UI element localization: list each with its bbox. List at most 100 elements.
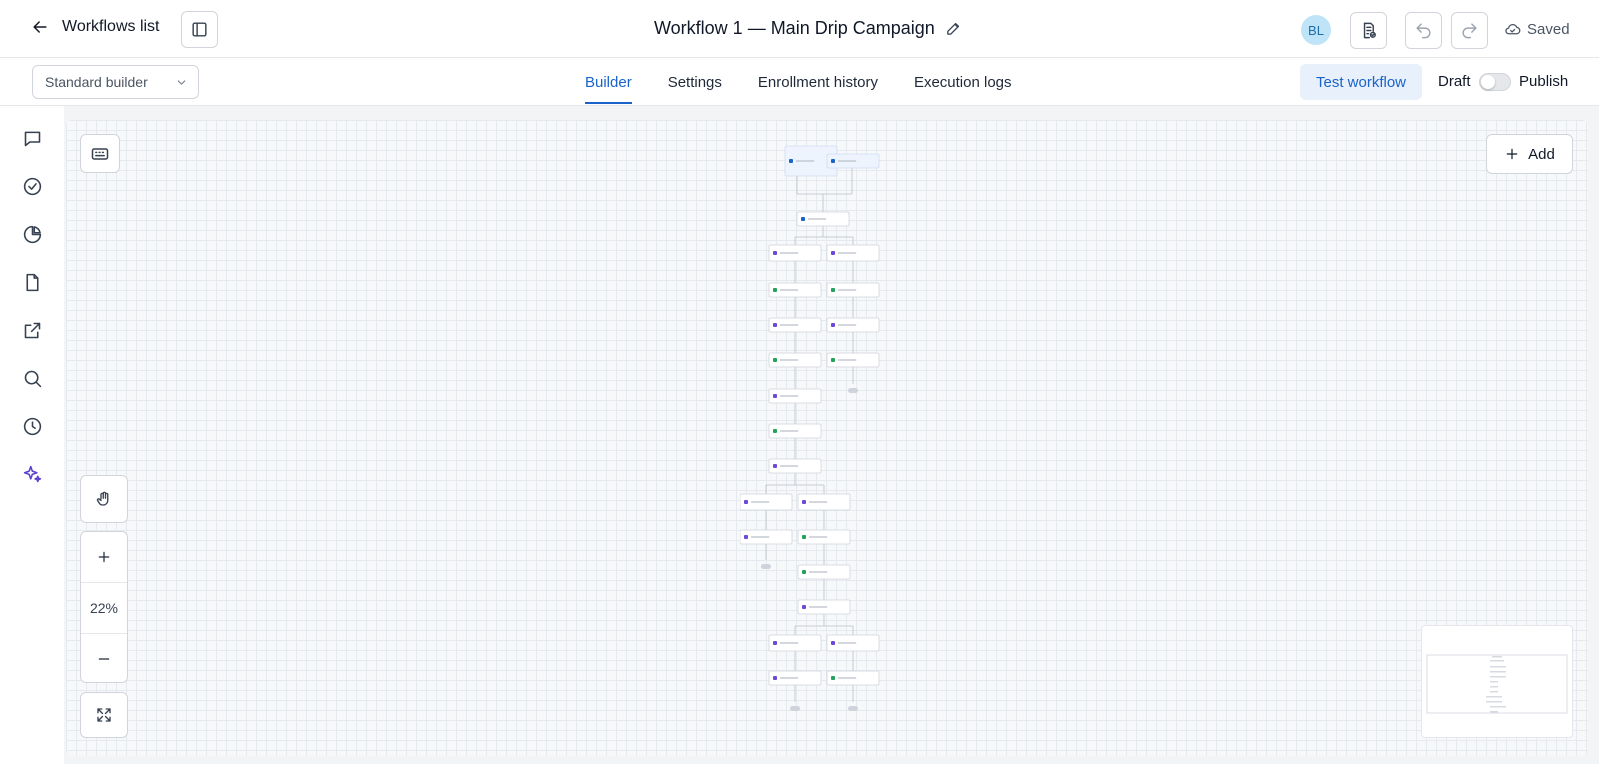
fit-view-button[interactable] [80,692,128,738]
flow-node-text [809,501,828,503]
hand-icon [96,491,109,506]
test-workflow-button[interactable]: Test workflow [1300,64,1422,100]
flow-node-icon [773,251,777,255]
redo-icon [1462,23,1477,39]
flow-node-text [780,677,799,679]
flow-node-icon [744,500,748,504]
tab-builder[interactable]: Builder [585,58,632,106]
tab-enrollment-history[interactable]: Enrollment history [758,58,878,106]
flow-node-text [808,218,827,220]
rail-item-chat[interactable] [20,126,44,150]
sparkles-icon [23,465,41,482]
workflow-checklist-button[interactable] [1350,12,1387,49]
flow-node-text [838,642,857,644]
undo-icon [1416,23,1431,39]
minus-icon [98,658,110,660]
flow-node-icon [831,323,835,327]
flow-end-marker [790,706,800,711]
workflow-title: Workflow 1 — Main Drip Campaign [654,18,962,39]
left-rail [0,106,64,764]
pencil-edit-icon[interactable] [945,20,962,37]
builder-mode-select[interactable]: Standard builder [32,65,199,99]
zoom-level: 22% [81,583,127,633]
user-avatar[interactable]: BL [1301,15,1331,45]
builder-toolbar: Standard builder Builder Settings Enroll… [0,58,1599,106]
pan-mode-button[interactable] [80,475,128,523]
flow-node-text [780,430,799,432]
flow-end-marker [848,388,858,393]
flow-end-marker [848,706,858,711]
flow-node-icon [831,676,835,680]
flow-node-text [780,289,799,291]
flow-node-text [838,252,857,254]
tab-settings[interactable]: Settings [668,58,722,106]
flow-node-icon [802,535,806,539]
flow-node-text [838,160,857,162]
rail-item-search[interactable] [20,366,44,390]
flow-node-text [838,289,857,291]
rail-item-reports[interactable] [20,222,44,246]
flow-node-text [780,465,799,467]
save-status: Saved [1504,21,1570,38]
pie-chart-icon [23,225,41,243]
canvas-minimap[interactable] [1421,625,1573,738]
toggle-sidebar-button[interactable] [181,11,218,48]
zoom-in-button[interactable] [81,532,127,582]
flow-node-text [751,501,770,503]
flow-node-text [809,606,828,608]
flow-end-marker [761,564,771,569]
rail-item-external[interactable] [20,318,44,342]
flow-node-icon [831,159,835,163]
flow-node-icon [773,641,777,645]
rail-item-documents[interactable] [20,270,44,294]
sidebar-panel-icon [192,22,207,37]
external-link-icon [24,322,40,338]
rail-item-ai[interactable] [20,462,44,486]
flow-node-icon [831,251,835,255]
plus-icon [98,551,110,563]
flow-node-text [809,571,828,573]
back-to-workflows-button[interactable]: Workflows list [30,17,160,37]
redo-button[interactable] [1451,12,1488,49]
builder-mode-value: Standard builder [45,74,148,90]
workflow-diagram[interactable] [740,140,930,730]
rail-item-tasks[interactable] [20,174,44,198]
flow-node-icon [802,570,806,574]
top-bar: Workflows list Workflow 1 — Main Drip Ca… [0,0,1599,58]
add-node-button[interactable]: Add [1486,134,1573,174]
add-node-label: Add [1528,145,1555,163]
flow-node-text [780,324,799,326]
undo-button[interactable] [1405,12,1442,49]
flow-node-text [838,324,857,326]
toggle-knob [1481,75,1495,89]
publish-toggle[interactable] [1479,73,1511,91]
tab-bar: Builder Settings Enrollment history Exec… [585,58,1012,106]
flow-node-text [796,160,815,162]
chevron-down-icon [177,80,186,85]
flow-node-icon [801,217,805,221]
history-icon [23,417,41,435]
keyboard-shortcuts-button[interactable] [80,134,120,173]
flow-node-icon [802,605,806,609]
flow-node-icon [831,358,835,362]
draft-label: Draft [1438,73,1471,90]
flow-node-text [838,677,857,679]
flow-node-text [838,359,857,361]
expand-icon [97,708,111,722]
arrow-left-icon [33,21,47,33]
rail-item-history[interactable] [20,414,44,438]
plus-icon [1506,148,1518,160]
flow-node-text [780,359,799,361]
flow-node-icon [773,394,777,398]
tab-execution-logs[interactable]: Execution logs [914,58,1012,106]
save-status-label: Saved [1527,21,1570,38]
chat-icon [24,131,40,146]
zoom-out-button[interactable] [81,634,127,684]
flow-node-icon [773,429,777,433]
flow-node-text [780,395,799,397]
file-icon [25,273,39,291]
flow-node-text [809,536,828,538]
document-check-icon [1363,22,1376,39]
flow-node-icon [773,358,777,362]
flow-node-icon [789,159,793,163]
